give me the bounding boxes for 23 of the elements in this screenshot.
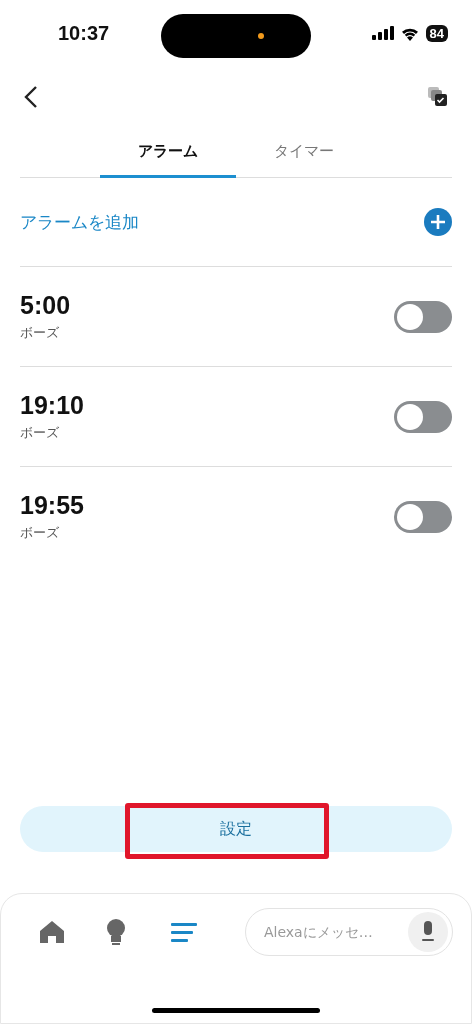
tab[interactable]: アラーム (100, 128, 236, 178)
plus-icon[interactable] (424, 208, 452, 236)
home-icon[interactable] (39, 920, 65, 944)
alarm-toggle[interactable] (394, 400, 452, 433)
add-alarm-link[interactable]: アラームを追加 (20, 210, 139, 234)
status-time: 10:37 (58, 21, 110, 45)
lightbulb-icon[interactable] (105, 918, 127, 946)
tab[interactable]: タイマー (236, 128, 372, 178)
alarm-time: 5:00 (20, 291, 71, 320)
signal-icon (371, 26, 394, 40)
alarm-time: 19:10 (20, 391, 84, 420)
alarm-sound: ボーズ (20, 524, 60, 542)
battery-level: 84 (425, 24, 448, 42)
alarm-toggle[interactable] (394, 300, 452, 333)
alarm-sound: ボーズ (20, 324, 60, 342)
menu-icon[interactable] (171, 922, 197, 942)
settings-button[interactable]: 設定 (20, 806, 452, 852)
microphone-icon[interactable] (421, 921, 435, 943)
stacked-cards-icon[interactable] (428, 87, 448, 107)
alarm-time: 19:55 (20, 491, 84, 520)
alarm-toggle[interactable] (394, 500, 452, 533)
alarm-sound: ボーズ (20, 424, 60, 442)
back-icon[interactable] (24, 85, 38, 109)
